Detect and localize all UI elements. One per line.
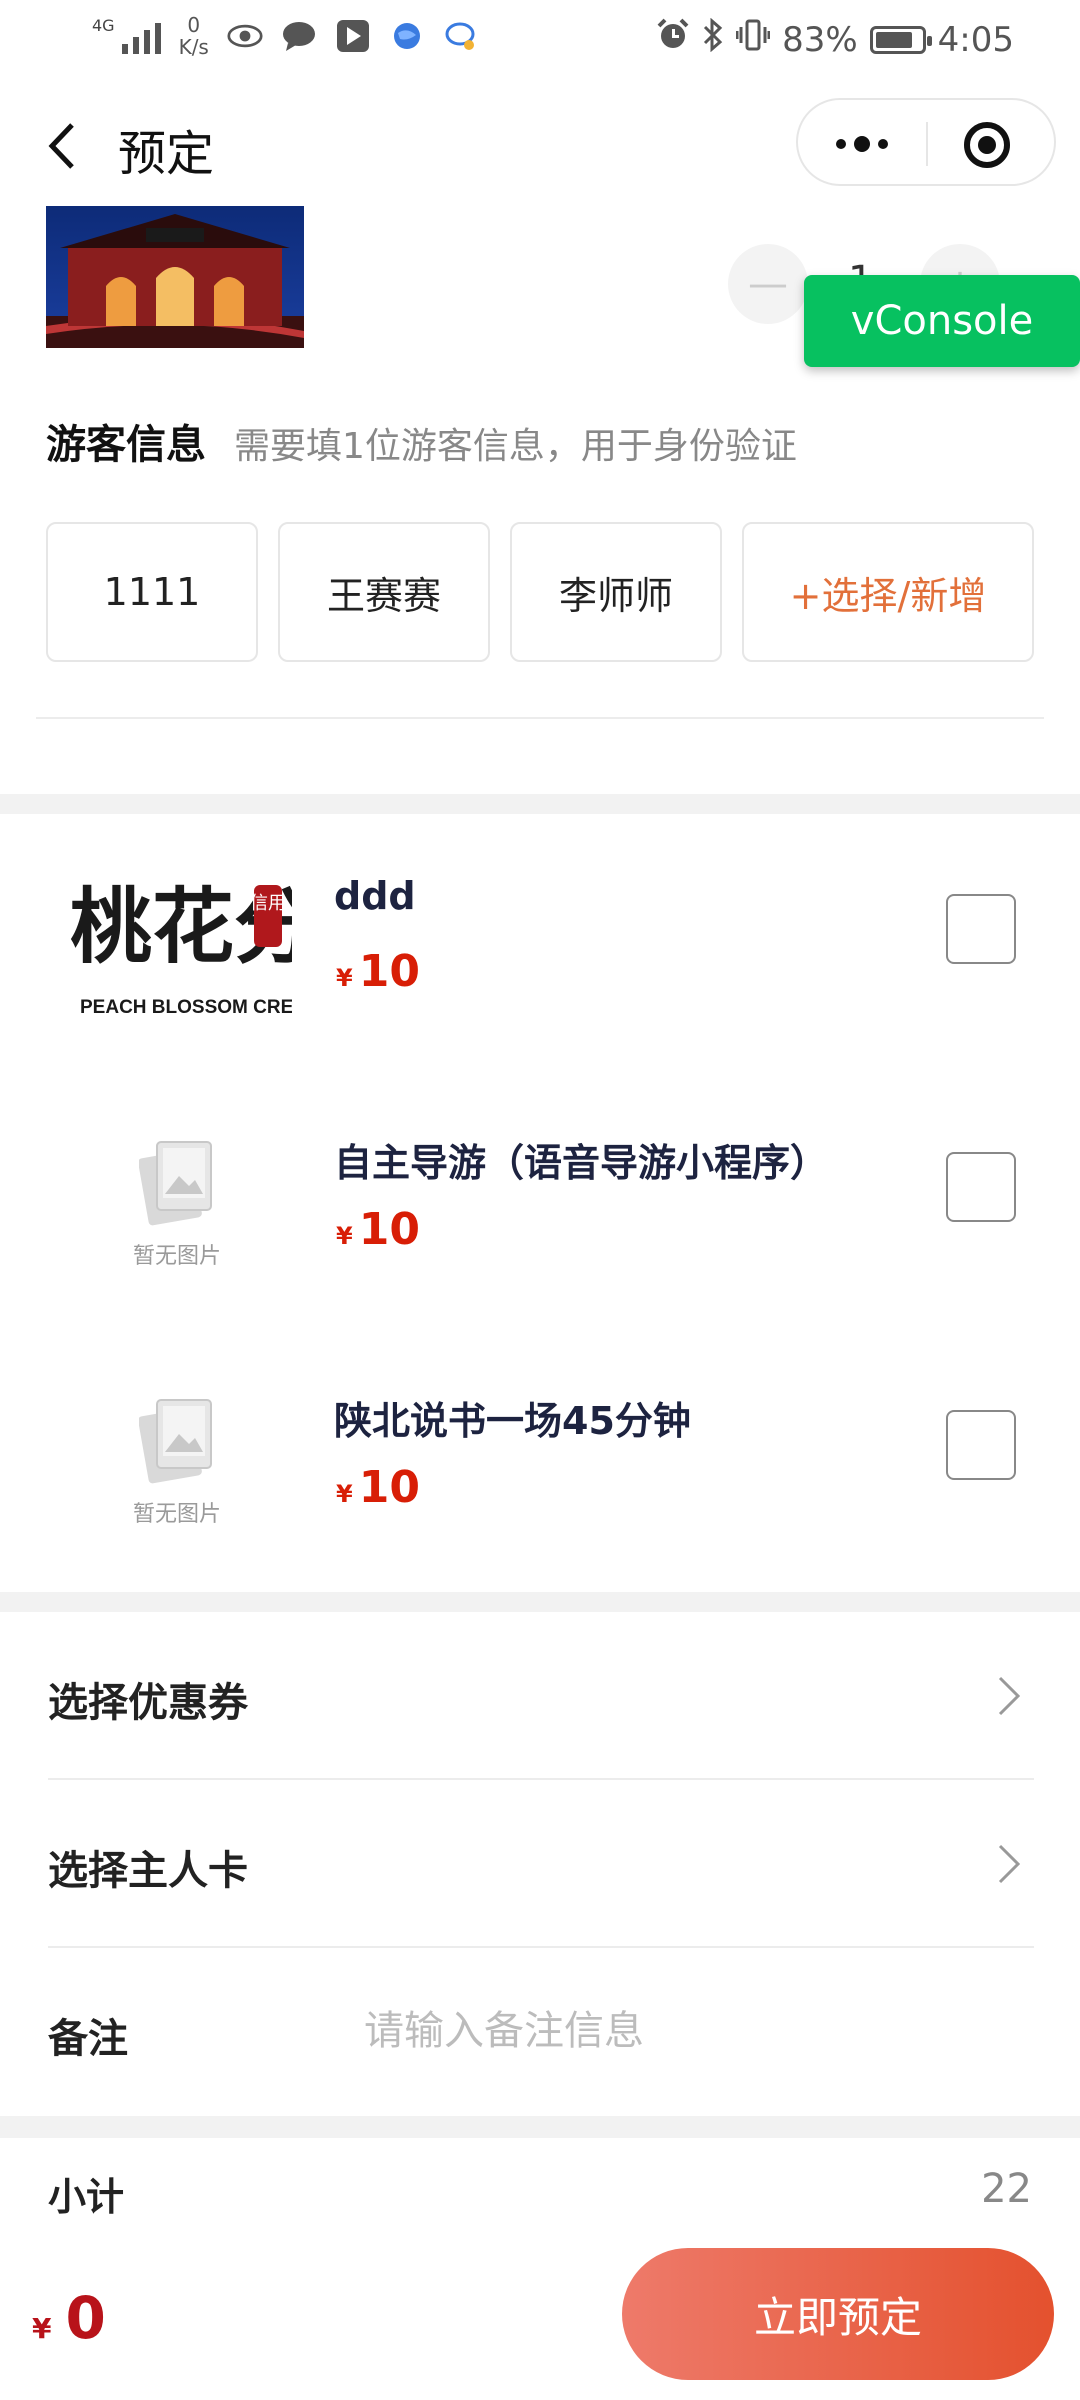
more-button[interactable] (832, 124, 892, 164)
chevron-right-icon (998, 1676, 1021, 1716)
alarm-icon (656, 18, 690, 61)
total-amount: 0 (65, 2284, 106, 2352)
coupon-label: 选择优惠券 (48, 1680, 248, 1726)
remark-row: 备注 (48, 1948, 1034, 2116)
chevron-right-icon (998, 1844, 1021, 1884)
decrease-button[interactable]: — (728, 244, 808, 324)
eye-icon (227, 18, 263, 54)
page-title: 预定 (118, 126, 215, 182)
product-name: ddd (334, 874, 416, 918)
total-currency: ¥ (32, 2312, 52, 2345)
globe-icon (389, 18, 425, 54)
book-now-button[interactable]: 立即预定 (622, 2248, 1054, 2380)
product-checkbox[interactable] (946, 1410, 1016, 1480)
svg-text:PEACH BLOSSOM CREDIT: PEACH BLOSSOM CREDIT (80, 997, 292, 1018)
product-item: 暂无图片 自主导游（语音导游小程序） ¥10 (0, 1074, 1080, 1332)
app-notification-icon (335, 18, 371, 54)
back-button[interactable] (36, 116, 86, 176)
image-placeholder-icon (139, 1399, 212, 1484)
product-price: ¥10 (336, 1462, 420, 1513)
subtotal-value: 22 (981, 2166, 1032, 2212)
product-checkbox[interactable] (946, 894, 1016, 964)
bluetooth-icon (702, 17, 724, 61)
visitor-header: 游客信息 需要填1位游客信息，用于身份验证 (46, 412, 797, 470)
visitor-chip[interactable]: 李师师 (510, 522, 722, 662)
section-gap (0, 2116, 1080, 2138)
booking-page: 4G 0 K/s 83% 4:05 预定 — vConsole 游客信息 需要填… (0, 0, 1080, 2400)
network-type: 4G (92, 16, 115, 35)
clock: 4:05 (937, 19, 1014, 60)
product-item: 桃花分 信用 PEACH BLOSSOM CREDIT ddd ¥10 (0, 816, 1080, 1074)
product-name: 自主导游（语音导游小程序） (334, 1141, 829, 1185)
network-speed-value: 0 (187, 13, 201, 37)
visitor-hint: 需要填1位游客信息，用于身份验证 (234, 426, 797, 467)
status-bar: 4G 0 K/s 83% 4:05 (0, 0, 1080, 80)
status-right: 83% 4:05 (656, 17, 1014, 61)
product-checkbox[interactable] (946, 1152, 1016, 1222)
product-name: 陕北说书一场45分钟 (334, 1399, 691, 1443)
svg-text:信用: 信用 (250, 893, 286, 914)
chat-bubble-icon (281, 18, 317, 54)
no-image-label: 暂无图片 (132, 1244, 221, 1269)
vibrate-icon (735, 18, 771, 61)
ticket-image (46, 206, 304, 348)
section-gap (0, 794, 1080, 814)
no-image-placeholder: 暂无图片 (62, 1346, 292, 1576)
message-icon (443, 18, 479, 54)
chevron-left-icon (48, 123, 74, 169)
image-placeholder-icon (139, 1141, 212, 1226)
nav-bar: 预定 (0, 86, 1080, 206)
battery-icon (869, 25, 932, 54)
network-speed-unit: K/s (178, 35, 209, 59)
product-logo: 桃花分 信用 PEACH BLOSSOM CREDIT (62, 830, 292, 1060)
visitor-title: 游客信息 (46, 422, 206, 468)
no-image-label: 暂无图片 (132, 1502, 221, 1527)
visitor-chip[interactable]: 王赛赛 (278, 522, 490, 662)
vconsole-button[interactable]: vConsole (804, 275, 1080, 367)
remark-input[interactable] (362, 1998, 1006, 2064)
remark-label: 备注 (48, 2016, 128, 2062)
product-price: ¥10 (336, 946, 420, 997)
coupon-row[interactable]: 选择优惠券 (48, 1612, 1034, 1780)
member-card-row[interactable]: 选择主人卡 (48, 1780, 1034, 1948)
no-image-placeholder: 暂无图片 (62, 1088, 292, 1318)
close-miniprogram-button[interactable] (964, 122, 1010, 168)
network-speed: 0 K/s (179, 14, 209, 58)
signal-icon: 4G (92, 18, 161, 54)
add-visitor-button[interactable]: +选择/新增 (742, 522, 1034, 662)
status-left: 4G 0 K/s (92, 14, 479, 58)
member-card-label: 选择主人卡 (48, 1848, 248, 1894)
divider (36, 717, 1044, 719)
total-price: ¥0 (32, 2284, 106, 2352)
section-gap (0, 1592, 1080, 1612)
battery-percent: 83% (782, 19, 858, 60)
miniprogram-capsule (796, 98, 1056, 186)
product-item: 暂无图片 陕北说书一场45分钟 ¥10 (0, 1332, 1080, 1590)
subtotal-label: 小计 (48, 2175, 125, 2219)
product-price: ¥10 (336, 1204, 420, 1255)
visitor-chip[interactable]: 1111 (46, 522, 258, 662)
